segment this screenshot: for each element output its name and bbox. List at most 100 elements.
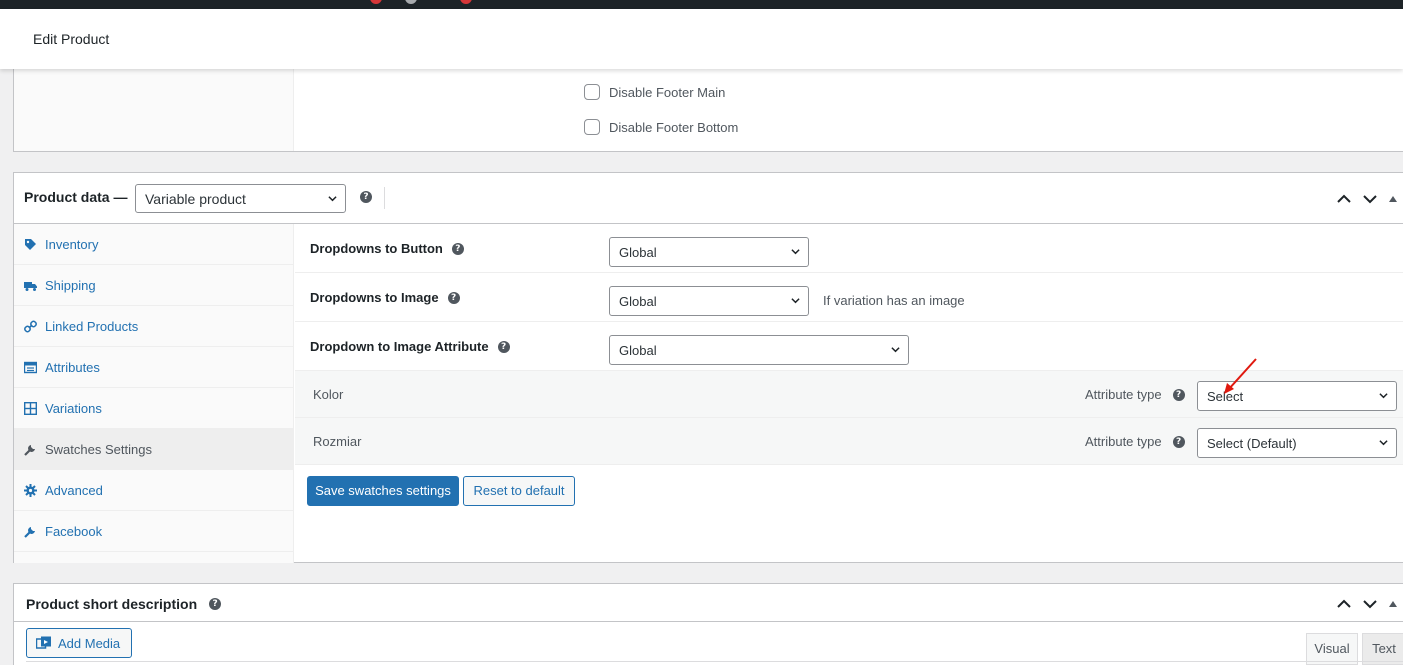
help-icon[interactable]: ? <box>497 340 510 353</box>
tab-shipping[interactable]: Shipping <box>14 265 293 306</box>
list-icon <box>24 361 37 374</box>
add-media-label: Add Media <box>58 635 121 651</box>
tab-facebook[interactable]: Facebook <box>14 511 293 552</box>
tab-label: Shipping <box>45 277 96 293</box>
move-down-icon[interactable] <box>1362 596 1378 612</box>
truck-icon <box>24 279 37 292</box>
tab-label: Attributes <box>45 359 100 375</box>
select-value: Select (Default) <box>1207 436 1297 451</box>
tab-label: Swatches Settings <box>45 441 152 457</box>
chevron-down-icon <box>328 196 337 202</box>
chevron-down-icon <box>1379 440 1388 446</box>
short-description-title: Product short description ? <box>26 596 222 612</box>
rozmiar-attribute-type-select[interactable]: Select (Default) <box>1197 428 1397 458</box>
dropdowns-to-image-select[interactable]: Global <box>609 286 809 316</box>
dropdowns-to-button-select[interactable]: Global <box>609 237 809 267</box>
attribute-name: Rozmiar <box>313 434 362 449</box>
admin-bar <box>0 0 1403 9</box>
tab-advanced[interactable]: Advanced <box>14 470 293 511</box>
move-up-icon[interactable] <box>1336 596 1352 612</box>
help-icon[interactable]: ? <box>209 598 222 610</box>
tab-label: Inventory <box>45 236 99 252</box>
attribute-row-rozmiar: Rozmiar Attribute type ? Select (Default… <box>295 418 1403 465</box>
notification-dot <box>370 0 382 4</box>
select-value: Global <box>619 245 657 260</box>
help-icon[interactable]: ? <box>360 191 372 203</box>
link-icon <box>24 320 37 333</box>
setting-label: Dropdowns to Image ? <box>310 290 460 305</box>
chevron-down-icon <box>1379 393 1388 399</box>
grid-icon <box>24 401 37 415</box>
select-value: Global <box>619 343 657 358</box>
box-controls <box>1336 596 1398 612</box>
tab-label: Variations <box>45 400 102 416</box>
move-up-icon[interactable] <box>1336 191 1352 207</box>
checkbox-row-disable-footer-main[interactable]: Disable Footer Main <box>584 84 725 100</box>
attribute-type-label: Attribute type ? <box>1085 434 1185 449</box>
disable-footer-bottom-checkbox[interactable] <box>584 119 600 135</box>
move-down-icon[interactable] <box>1362 191 1378 207</box>
setting-label-text: Dropdowns to Button <box>310 241 443 256</box>
dropdown-to-image-attribute-select[interactable]: Global <box>609 335 909 365</box>
box-controls <box>1336 191 1398 207</box>
help-icon[interactable]: ? <box>451 242 464 255</box>
tab-label: Advanced <box>45 482 103 498</box>
notification-dot <box>405 0 417 4</box>
tab-label: Linked Products <box>45 318 139 334</box>
collapse-toggle-icon[interactable] <box>1388 191 1398 207</box>
product-type-value: Variable product <box>145 191 246 207</box>
product-data-header: Product data — Variable product ? <box>14 173 1403 224</box>
wrench-icon <box>24 443 37 456</box>
setting-label-text: Dropdowns to Image <box>310 290 439 305</box>
media-icon <box>36 636 51 649</box>
attribute-name: Kolor <box>313 387 344 402</box>
attribute-type-text: Attribute type <box>1085 434 1162 449</box>
page-title: Edit Product <box>33 31 110 47</box>
chevron-down-icon <box>891 347 900 353</box>
gear-icon <box>24 483 37 497</box>
divider <box>384 187 385 209</box>
attribute-type-text: Attribute type <box>1085 387 1162 402</box>
collapse-toggle-icon[interactable] <box>1388 596 1398 612</box>
product-data-title: Product data — <box>24 189 128 205</box>
short-description-box: Product short description ? Add Media Vi… <box>13 583 1403 665</box>
select-value: Global <box>619 294 657 309</box>
tag-icon <box>24 238 37 251</box>
add-media-button[interactable]: Add Media <box>26 628 132 658</box>
tab-inventory[interactable]: Inventory <box>14 224 293 265</box>
divider <box>14 621 1403 622</box>
attribute-type-label: Attribute type ? <box>1085 387 1185 402</box>
box-left-column <box>14 61 294 151</box>
setting-label: Dropdowns to Button ? <box>310 241 464 256</box>
product-data-box: Product data — Variable product ? Invent… <box>13 172 1403 563</box>
checkbox-label: Disable Footer Bottom <box>609 119 739 135</box>
checkbox-row-disable-footer-bottom[interactable]: Disable Footer Bottom <box>584 119 738 135</box>
help-icon[interactable]: ? <box>447 291 460 304</box>
short-description-title-text: Product short description <box>26 596 198 612</box>
dropdowns-to-image-note: If variation has an image <box>823 293 965 308</box>
save-swatches-settings-button[interactable]: Save swatches settings <box>307 476 459 506</box>
editor-border <box>26 661 1403 662</box>
help-icon[interactable]: ? <box>1172 388 1185 401</box>
tab-variations[interactable]: Variations <box>14 388 293 429</box>
tab-label: Facebook <box>45 523 103 539</box>
product-type-select[interactable]: Variable product <box>135 184 346 213</box>
setting-label-text: Dropdown to Image Attribute <box>310 339 489 354</box>
wrench-icon <box>24 525 37 538</box>
help-icon[interactable]: ? <box>1172 435 1185 448</box>
product-data-tabs: Inventory Shipping Linked Products Attri… <box>14 224 294 563</box>
page-settings-box: Disable Footer Main Disable Footer Botto… <box>13 60 1403 152</box>
page-header: Edit Product <box>0 9 1403 69</box>
reset-to-default-button[interactable]: Reset to default <box>463 476 575 506</box>
tab-attributes[interactable]: Attributes <box>14 347 293 388</box>
tab-swatches-settings[interactable]: Swatches Settings <box>14 429 293 470</box>
chevron-down-icon <box>791 249 800 255</box>
setting-row-dropdowns-to-image: Dropdowns to Image ? Global If variation… <box>295 273 1403 322</box>
setting-row-dropdowns-to-button: Dropdowns to Button ? Global <box>295 224 1403 273</box>
checkbox-label: Disable Footer Main <box>609 84 726 100</box>
tab-linked-products[interactable]: Linked Products <box>14 306 293 347</box>
chevron-down-icon <box>791 298 800 304</box>
annotation-arrow-icon <box>1224 358 1257 394</box>
disable-footer-main-checkbox[interactable] <box>584 84 600 100</box>
setting-label: Dropdown to Image Attribute ? <box>310 339 510 354</box>
